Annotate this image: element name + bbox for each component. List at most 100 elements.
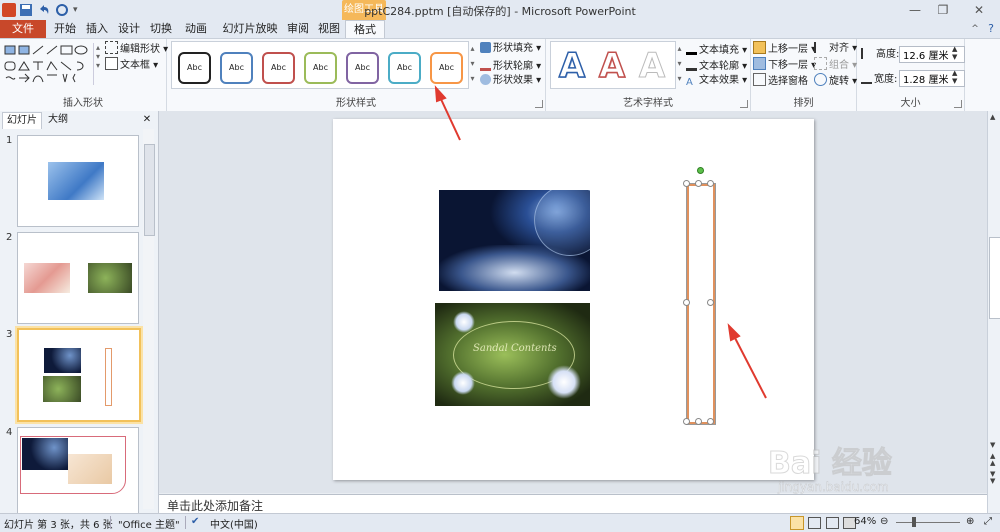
tab-home[interactable]: 开始 (50, 20, 80, 38)
shape-effects-button[interactable]: 形状效果 ▾ (480, 73, 541, 88)
shape-style-4[interactable]: Abc (304, 52, 337, 84)
slide-sorter-icon[interactable] (808, 517, 821, 529)
slide-3-space-image (44, 348, 81, 373)
shapes-gallery-more-icon[interactable]: ▴ ▾ ▾ (93, 43, 102, 85)
zoom-slider-thumb[interactable] (912, 517, 916, 527)
shape-style-3[interactable]: Abc (262, 52, 295, 84)
shape-styles-launcher-icon[interactable] (535, 100, 543, 108)
tab-file[interactable]: 文件 (0, 20, 46, 38)
text-box-button[interactable]: 文本框 ▾ (105, 57, 158, 72)
send-backward-button[interactable]: 下移一层 ▾ (753, 57, 816, 72)
redo-icon[interactable] (55, 3, 69, 17)
shape-style-7[interactable]: Abc (430, 52, 463, 84)
wordart-launcher-icon[interactable] (740, 100, 748, 108)
tab-outline[interactable]: 大纲 (42, 112, 74, 128)
text-fill-button[interactable]: 文本填充 ▾ (686, 41, 747, 56)
paint-bucket-icon (480, 42, 491, 53)
wordart-style-2[interactable]: A (593, 45, 631, 87)
wordart-more-icon[interactable]: ▴ ▾ ▾ (675, 41, 684, 87)
zoom-slider[interactable] (896, 517, 960, 527)
divider (110, 516, 111, 529)
resize-handle-top-right[interactable] (707, 180, 714, 187)
zoom-out-icon[interactable]: ⊖ (880, 516, 888, 527)
tab-view[interactable]: 视图 (314, 20, 344, 38)
wordart-style-3[interactable]: A (633, 46, 671, 87)
next-slide-icon[interactable]: ▼ ▼ (990, 471, 995, 485)
resize-handle-top-left[interactable] (683, 180, 690, 187)
tab-animations[interactable]: 动画 (181, 20, 211, 38)
vertical-scroll-thumb[interactable] (989, 237, 1000, 319)
bring-forward-button[interactable]: 上移一层 ▾ (753, 41, 816, 56)
notes-pane[interactable]: 单击此处添加备注 (159, 494, 987, 514)
fit-slide-icon[interactable]: ⤢ (984, 516, 992, 527)
shape-style-1[interactable]: Abc (178, 52, 211, 84)
restore-icon[interactable]: ❐ (930, 0, 956, 20)
shape-fill-button[interactable]: 形状填充 ▾ (480, 41, 541, 56)
normal-view-icon[interactable] (790, 516, 804, 530)
tab-slideshow[interactable]: 幻灯片放映 (218, 20, 282, 38)
tab-slides[interactable]: 幻灯片 (2, 112, 42, 129)
resize-handle-right[interactable] (707, 299, 714, 306)
slide-thumbnail-1[interactable] (17, 135, 139, 227)
rotate-button[interactable]: 旋转 ▾ (814, 73, 857, 88)
shape-style-2[interactable]: Abc (220, 52, 253, 84)
shape-outline-button[interactable]: 形状轮廓 ▾ (480, 57, 541, 72)
scroll-up-icon[interactable]: ▲ (990, 113, 995, 121)
close-icon[interactable]: ✕ (960, 0, 998, 20)
spell-check-icon[interactable]: ✔ (191, 516, 199, 527)
vertical-scrollbar[interactable]: ▲ ▼ ▲ ▲ ▼ ▼ (987, 111, 1000, 513)
tab-design[interactable]: 设计 (114, 20, 144, 38)
selection-pane-button[interactable]: 选择窗格 (753, 73, 808, 88)
green-floral-image[interactable]: Sandal Contents (435, 303, 590, 406)
text-effects-button[interactable]: A 文本效果 ▾ (686, 73, 747, 88)
tab-format[interactable]: 格式 (345, 20, 385, 39)
slide-thumbnail-3-selected[interactable] (17, 328, 141, 422)
flower-1 (453, 311, 475, 333)
size-launcher-icon[interactable] (954, 100, 962, 108)
customize-qat-icon[interactable]: ▾ (73, 3, 87, 17)
shape-style-6[interactable]: Abc (388, 52, 421, 84)
shape-style-5[interactable]: Abc (346, 52, 379, 84)
arrange-label: 排列 (793, 98, 814, 109)
powerpoint-logo-icon[interactable] (2, 3, 16, 17)
scroll-down-icon[interactable]: ▼ (990, 441, 995, 449)
resize-handle-bottom[interactable] (695, 418, 702, 425)
theme-name[interactable]: "Office 主题" (118, 516, 180, 531)
reading-view-icon[interactable] (826, 517, 839, 529)
minimize-icon[interactable]: — (902, 0, 928, 20)
slide-number: 3 (6, 329, 13, 340)
close-pane-icon[interactable]: ✕ (140, 112, 154, 128)
slides-scrollbar[interactable] (143, 129, 155, 509)
height-label: 高度: (861, 47, 899, 62)
slide-thumbnail-2[interactable] (17, 232, 139, 324)
slides-scroll-thumb[interactable] (144, 144, 155, 236)
notes-placeholder[interactable]: 单击此处添加备注 (167, 497, 263, 514)
resize-handle-top[interactable] (695, 180, 702, 187)
slide-thumbnail-4[interactable] (17, 427, 139, 519)
language[interactable]: 中文(中国) (210, 516, 258, 531)
width-spinner-icon[interactable]: ▲ ▼ (952, 69, 957, 85)
space-nebula-image[interactable] (439, 190, 590, 291)
rotation-handle[interactable] (697, 167, 704, 174)
zoom-level[interactable]: 64% (854, 516, 876, 527)
group-button[interactable]: 组合 ▾ (814, 57, 857, 72)
align-button[interactable]: 对齐 ▾ (814, 41, 857, 56)
save-icon[interactable] (19, 3, 33, 17)
edit-shape-button[interactable]: 编辑形状 ▾ (105, 41, 168, 56)
text-outline-button[interactable]: 文本轮廓 ▾ (686, 57, 747, 72)
tab-transitions[interactable]: 切换 (146, 20, 176, 38)
help-icon[interactable]: ? (984, 20, 998, 38)
wordart-style-1[interactable]: A (553, 45, 591, 87)
shapes-gallery-icon[interactable] (3, 42, 93, 90)
tab-review[interactable]: 审阅 (283, 20, 313, 38)
zoom-in-icon[interactable]: ⊕ (966, 516, 974, 527)
previous-slide-icon[interactable]: ▲ ▲ (990, 453, 995, 467)
undo-icon[interactable] (37, 3, 51, 17)
height-spinner-icon[interactable]: ▲ ▼ (952, 45, 957, 61)
shape-styles-more-icon[interactable]: ▴ ▾ ▾ (468, 41, 477, 87)
tab-insert[interactable]: 插入 (82, 20, 112, 38)
resize-handle-bottom-left[interactable] (683, 418, 690, 425)
collapse-ribbon-icon[interactable]: ^ (968, 20, 982, 38)
resize-handle-left[interactable] (683, 299, 690, 306)
resize-handle-bottom-right[interactable] (707, 418, 714, 425)
